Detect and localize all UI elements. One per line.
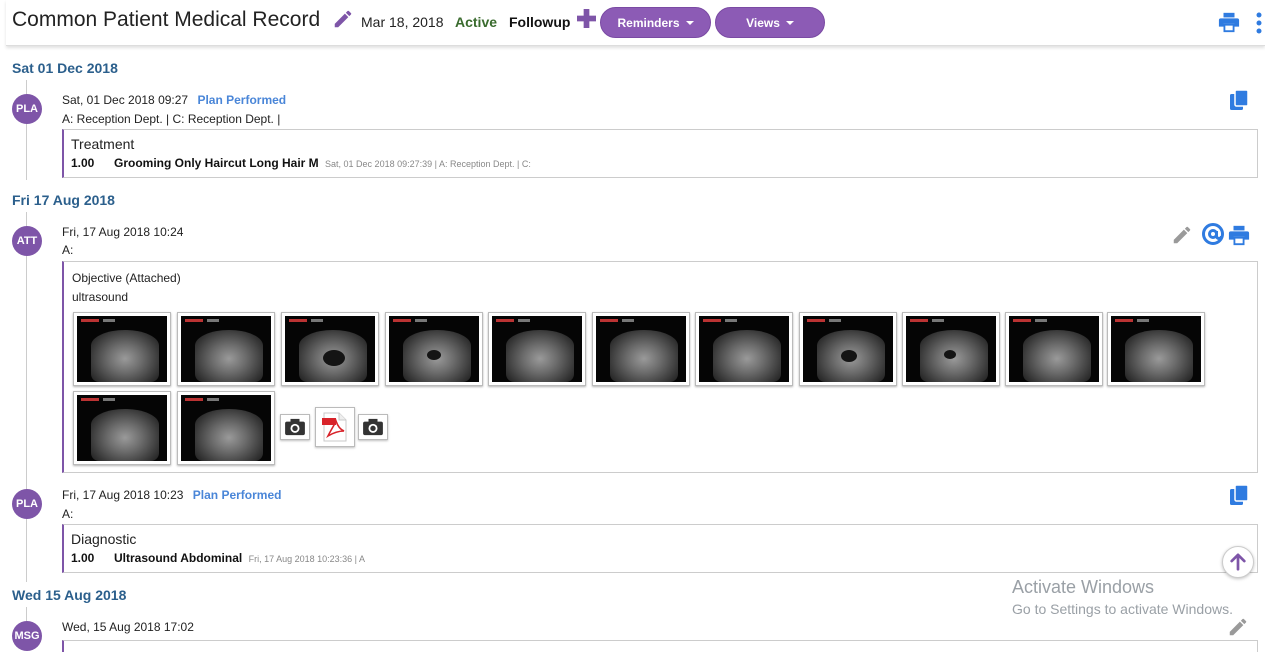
activation-watermark-title: Activate Windows [1012,577,1155,597]
item-name: Grooming Only Haircut Long Hair M Sat, 0… [114,156,531,170]
message-card [62,640,1258,652]
reminders-label: Reminders [617,15,680,30]
add-followup-icon[interactable] [577,9,596,33]
date-header: Wed 15 Aug 2018 [12,587,127,603]
entry-timestamp: Fri, 17 Aug 2018 10:23 Plan Performed [62,488,281,502]
ultrasound-thumbnail[interactable] [1107,312,1205,386]
ultrasound-thumbnail[interactable] [799,312,897,386]
edit-icon[interactable] [1227,616,1249,643]
views-label: Views [746,15,780,30]
ultrasound-thumbnail[interactable] [177,391,275,465]
activation-watermark-text: Go to Settings to activate Windows. [1012,601,1233,617]
record-date: Mar 18, 2018 [361,14,444,30]
item-label: Ultrasound Abdominal [114,551,243,565]
item-quantity: 1.00 [71,551,95,565]
card-title: Diagnostic [71,531,137,547]
camera-icon[interactable] [358,414,388,440]
reminders-button[interactable]: Reminders [600,7,711,38]
print-icon[interactable] [1218,11,1240,38]
entry-meta: A: [62,507,74,521]
ultrasound-thumbnail[interactable] [73,312,171,386]
avatar: PLA [12,489,42,519]
print-icon[interactable] [1228,224,1250,251]
plan-performed-link[interactable]: Plan Performed [193,488,282,502]
copy-icon[interactable] [1229,484,1249,511]
views-button[interactable]: Views [715,7,825,38]
page-header: Common Patient Medical Record Mar 18, 20… [6,0,1265,46]
ultrasound-thumbnail[interactable] [592,312,690,386]
page-title: Common Patient Medical Record [12,8,321,31]
card-subtitle: ultrasound [72,290,129,304]
treatment-card: Treatment 1.00 Grooming Only Haircut Lon… [62,129,1258,178]
ultrasound-thumbnail[interactable] [695,312,793,386]
avatar: ATT [12,226,42,256]
copy-icon[interactable] [1229,89,1249,116]
item-details: Fri, 17 Aug 2018 10:23:36 | A [248,554,366,564]
camera-icon[interactable] [280,414,310,440]
email-icon[interactable] [1201,222,1225,251]
ultrasound-thumbnail[interactable] [488,312,586,386]
date-header: Fri 17 Aug 2018 [12,192,115,208]
chevron-down-icon [685,20,694,25]
ultrasound-thumbnail[interactable] [902,312,1000,386]
entry-timestamp: Sat, 01 Dec 2018 09:27 Plan Performed [62,93,286,107]
timestamp-text: Sat, 01 Dec 2018 09:27 [62,93,189,107]
item-name: Ultrasound Abdominal Fri, 17 Aug 2018 10… [114,551,365,565]
entry-timestamp: Fri, 17 Aug 2018 10:24 [62,225,184,239]
entry-meta: A: [62,243,74,257]
plan-performed-link[interactable]: Plan Performed [197,93,286,107]
ultrasound-thumbnail[interactable] [281,312,379,386]
timestamp-text: Fri, 17 Aug 2018 10:23 [62,488,184,502]
status-badge: Active [455,14,498,30]
attachments-card: Objective (Attached) ultrasound [62,261,1258,473]
item-quantity: 1.00 [71,156,95,170]
more-options-icon[interactable] [1256,12,1262,39]
arrow-up-icon [1230,553,1246,571]
ultrasound-thumbnail[interactable] [73,391,171,465]
scroll-to-top-button[interactable] [1222,546,1254,578]
avatar: PLA [12,94,42,124]
diagnostic-card: Diagnostic 1.00 Ultrasound Abdominal Fri… [62,524,1258,573]
avatar: MSG [12,621,42,651]
card-title: Objective (Attached) [72,271,181,285]
chevron-down-icon [785,20,794,25]
edit-title-icon[interactable] [332,8,354,35]
pdf-icon[interactable] [315,407,355,447]
item-label: Grooming Only Haircut Long Hair M [114,156,319,170]
ultrasound-thumbnail[interactable] [385,312,483,386]
card-title: Treatment [71,136,135,152]
date-header: Sat 01 Dec 2018 [12,60,118,76]
timeline-line [26,212,27,582]
ultrasound-thumbnail[interactable] [1005,312,1103,386]
entry-timestamp: Wed, 15 Aug 2018 17:02 [62,620,194,634]
edit-icon[interactable] [1171,224,1193,251]
item-details: Sat, 01 Dec 2018 09:27:39 | A: Reception… [325,159,531,169]
ultrasound-thumbnail[interactable] [177,312,275,386]
followup-label: Followup [509,14,571,30]
entry-meta: A: Reception Dept. | C: Reception Dept. … [62,112,281,126]
